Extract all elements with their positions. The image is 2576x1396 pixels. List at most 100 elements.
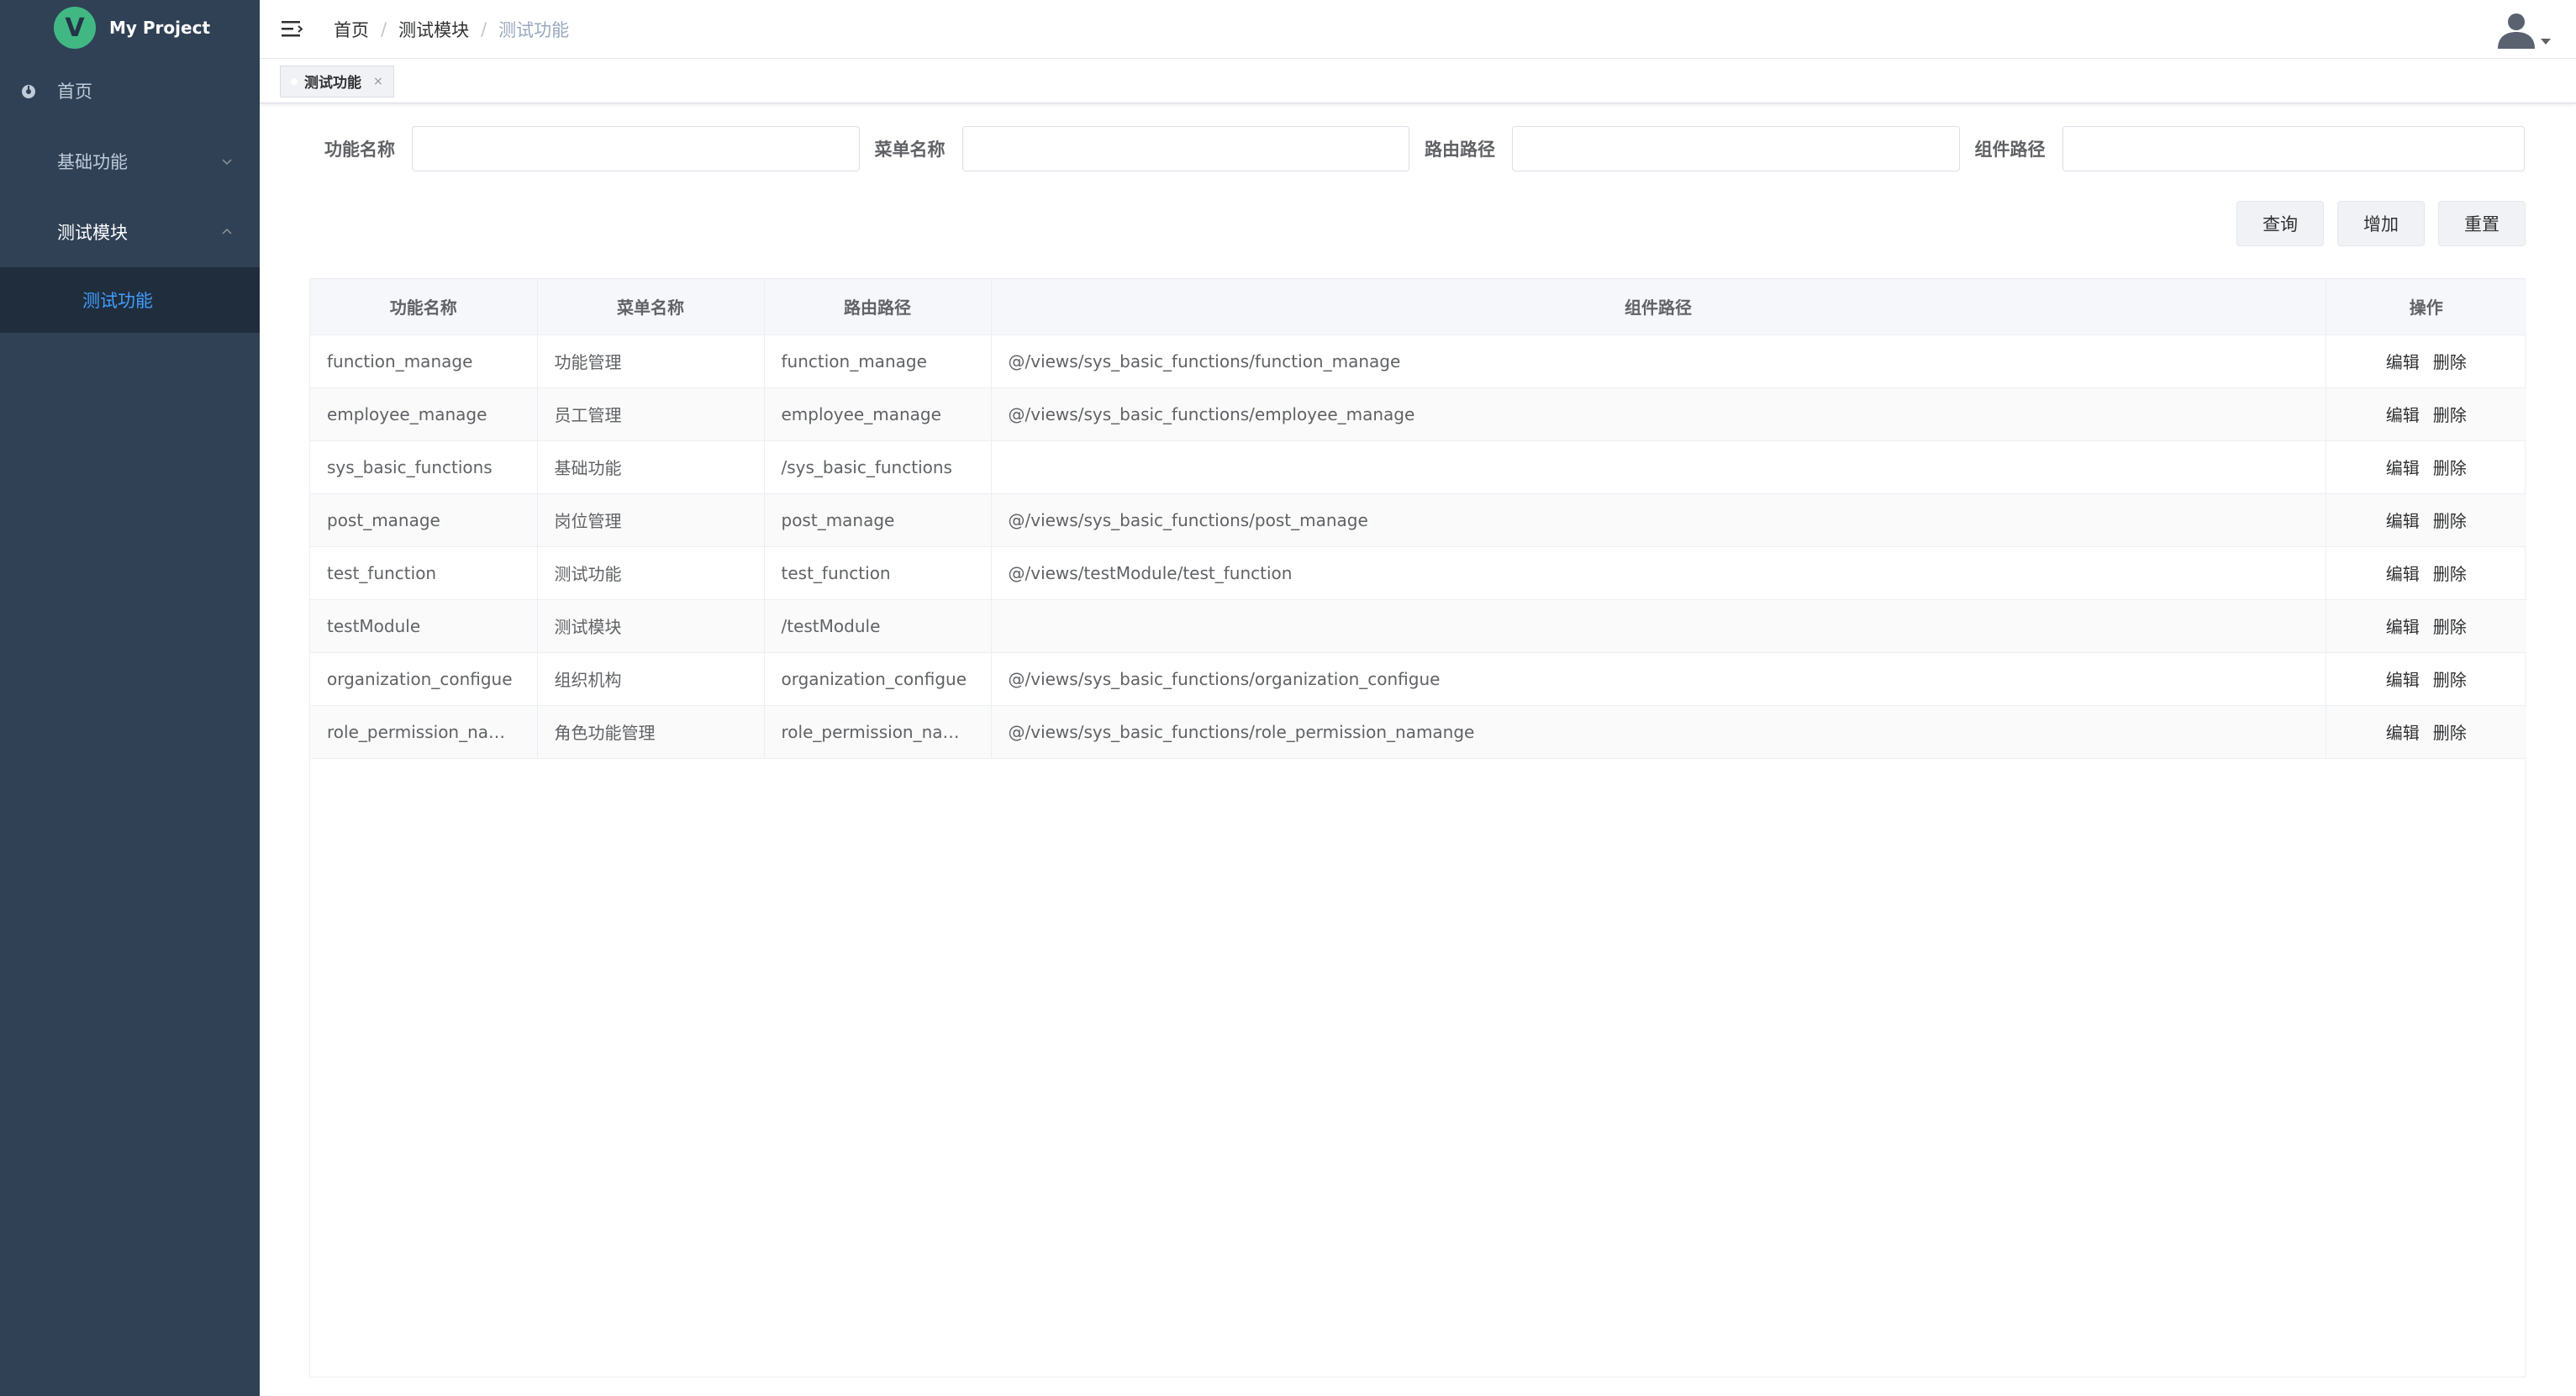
table-row: test_function 测试功能 test_function @/views…: [310, 546, 2526, 600]
table-cell: 组织机构: [537, 652, 765, 706]
route-path-label: 路由路径: [1425, 140, 1495, 160]
breadcrumb-separator: /: [381, 18, 387, 40]
menu-name-label: 菜单名称: [874, 140, 946, 160]
breadcrumb-item-current: 测试功能: [498, 19, 570, 40]
edit-button[interactable]: 编辑: [2386, 352, 2420, 372]
table-row: testModule 测试模块 /testModule 编辑 删除: [310, 599, 2526, 653]
add-button[interactable]: 增加: [2337, 201, 2425, 246]
table-cell: post_manage: [310, 493, 538, 547]
delete-button[interactable]: 删除: [2433, 511, 2467, 531]
hamburger-icon[interactable]: [282, 19, 303, 40]
edit-button[interactable]: 编辑: [2386, 458, 2420, 478]
data-table: 功能名称 菜单名称 路由路径 组件路径 操作 function_manage 功…: [309, 278, 2526, 1378]
table-cell: 测试功能: [537, 546, 765, 600]
navbar: 首页 / 测试模块 / 测试功能: [260, 0, 2576, 59]
table-cell: 岗位管理: [537, 493, 765, 547]
route-path-input[interactable]: [1512, 126, 1960, 171]
edit-button[interactable]: 编辑: [2386, 670, 2420, 690]
sidebar: V My Project 首页 基础功能 测试模块 测试功能: [0, 0, 260, 1396]
table-cell: 测试模块: [537, 599, 765, 653]
table-cell: sys_basic_functions: [310, 440, 538, 494]
query-button[interactable]: 查询: [2236, 201, 2324, 246]
table-cell: @/views/sys_basic_functions/post_manage: [991, 493, 2326, 547]
tag-label: 测试功能: [304, 75, 361, 92]
table-cell: [991, 599, 2326, 653]
table-cell: testModule: [310, 599, 538, 653]
sidebar-item-test-module[interactable]: 测试模块: [0, 197, 260, 267]
table-cell: 角色功能管理: [537, 705, 765, 759]
delete-button[interactable]: 删除: [2433, 352, 2467, 372]
column-header: 功能名称: [310, 279, 538, 335]
table-cell: @/views/sys_basic_functions/function_man…: [991, 335, 2326, 388]
table-cell: post_manage: [764, 493, 992, 547]
table-cell: test_function: [310, 546, 538, 600]
table-cell: organization_configue: [310, 652, 538, 706]
table-cell: role_permission_nam…: [310, 705, 538, 759]
active-dot-icon: [291, 77, 298, 85]
row-actions: 编辑 删除: [2326, 387, 2526, 441]
sidebar-item-test-function[interactable]: 测试功能: [0, 267, 260, 333]
delete-button[interactable]: 删除: [2433, 458, 2467, 478]
delete-button[interactable]: 删除: [2433, 564, 2467, 584]
app-title: My Project: [109, 18, 210, 38]
table-cell: function_manage: [764, 335, 992, 388]
chevron-down-icon: [222, 159, 232, 166]
row-actions: 编辑 删除: [2326, 493, 2526, 547]
table-cell: employee_manage: [764, 387, 992, 441]
table-row: function_manage 功能管理 function_manage @/v…: [310, 335, 2526, 388]
form-item-function-name: 功能名称: [324, 126, 875, 171]
sidebar-item-label: 基础功能: [57, 152, 128, 172]
row-actions: 编辑 删除: [2326, 705, 2526, 759]
delete-button[interactable]: 删除: [2433, 405, 2467, 425]
sidebar-item-label: 测试功能: [82, 291, 153, 311]
row-actions: 编辑 删除: [2326, 440, 2526, 494]
edit-button[interactable]: 编辑: [2386, 617, 2420, 637]
breadcrumb-item-test-module[interactable]: 测试模块: [398, 17, 469, 42]
table-row: organization_configue 组织机构 organization_…: [310, 652, 2526, 706]
user-icon: [2498, 13, 2535, 49]
edit-button[interactable]: 编辑: [2386, 564, 2420, 584]
table-cell: /sys_basic_functions: [764, 440, 992, 494]
row-actions: 编辑 删除: [2326, 599, 2526, 653]
tag-test-function[interactable]: 测试功能 ×: [280, 65, 394, 97]
component-path-input[interactable]: [2062, 126, 2525, 171]
sidebar-item-basic-functions[interactable]: 基础功能: [0, 126, 260, 197]
sidebar-item-label: 首页: [57, 82, 92, 102]
delete-button[interactable]: 删除: [2433, 723, 2467, 743]
delete-button[interactable]: 删除: [2433, 670, 2467, 690]
table-cell: test_function: [764, 546, 992, 600]
edit-button[interactable]: 编辑: [2386, 511, 2420, 531]
form-item-menu-name: 菜单名称: [875, 126, 1425, 171]
logo[interactable]: V My Project: [0, 0, 260, 55]
table-cell: role_permission_nam…: [764, 705, 992, 759]
table-row: role_permission_nam… 角色功能管理 role_permiss…: [310, 705, 2526, 759]
reset-button[interactable]: 重置: [2438, 201, 2526, 246]
search-form: 功能名称 菜单名称 路由路径 组件路径: [324, 126, 2525, 171]
edit-button[interactable]: 编辑: [2386, 405, 2420, 425]
breadcrumb-item-home[interactable]: 首页: [334, 17, 369, 42]
table-cell: @/views/sys_basic_functions/organization…: [991, 652, 2326, 706]
function-name-input[interactable]: [412, 126, 860, 171]
user-avatar[interactable]: [2495, 0, 2551, 59]
table-cell: 员工管理: [537, 387, 765, 441]
table-cell: /testModule: [764, 599, 992, 653]
component-path-label: 组件路径: [1974, 140, 2046, 160]
sidebar-item-home[interactable]: 首页: [0, 55, 260, 126]
submenu-test-module: 测试功能: [0, 267, 260, 333]
close-icon[interactable]: ×: [373, 75, 383, 88]
vue-logo-icon: V: [54, 7, 96, 49]
form-item-component-path: 组件路径: [1974, 126, 2525, 171]
dashboard-icon: [20, 82, 37, 99]
breadcrumb: 首页 / 测试模块 / 测试功能: [334, 17, 569, 42]
caret-down-icon: [2541, 38, 2551, 45]
column-header: 路由路径: [764, 279, 992, 335]
delete-button[interactable]: 删除: [2433, 617, 2467, 637]
menu-name-input[interactable]: [961, 126, 1409, 171]
column-header: 菜单名称: [537, 279, 765, 335]
edit-button[interactable]: 编辑: [2386, 723, 2420, 743]
function-name-label: 功能名称: [324, 140, 395, 160]
sidebar-item-label: 测试模块: [57, 223, 128, 243]
table-cell: function_manage: [310, 335, 538, 388]
table-header-row: 功能名称 菜单名称 路由路径 组件路径 操作: [310, 279, 2526, 335]
table-cell: employee_manage: [310, 387, 538, 441]
